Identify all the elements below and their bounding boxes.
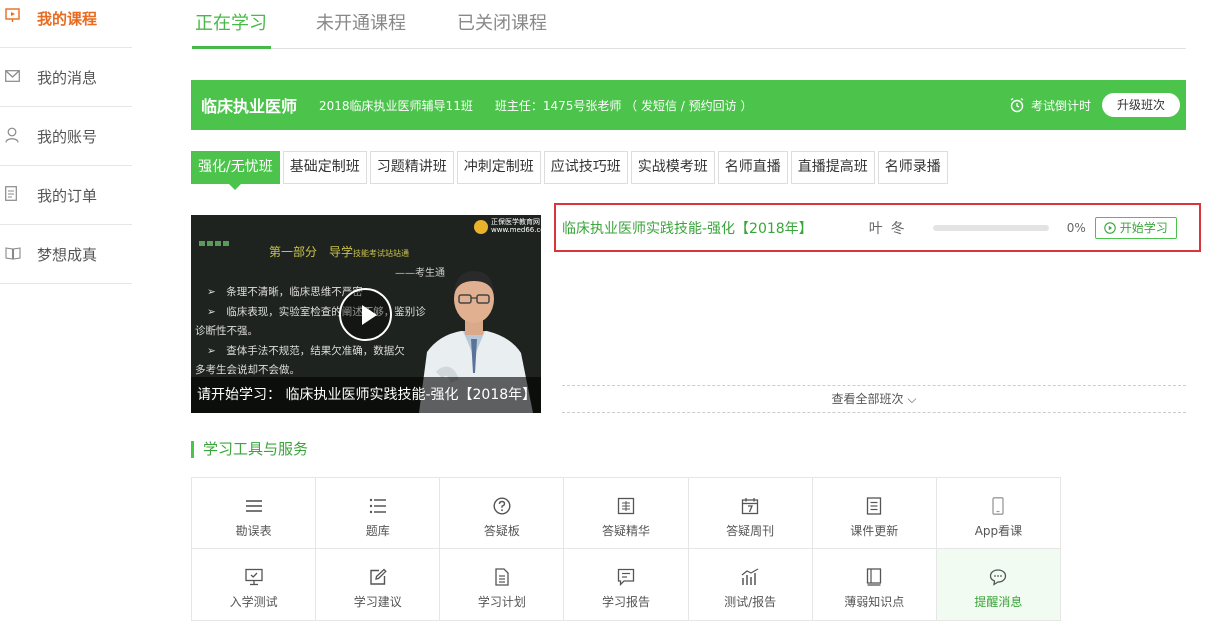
view-all-classes-link[interactable]: 查看全部班次 ⌵ <box>562 385 1186 413</box>
progress-percent: 0% <box>1066 220 1086 235</box>
upgrade-class-button[interactable]: 升级班次 <box>1101 93 1180 117</box>
tools-grid: 勘误表 题库 答疑板 答疑精华 答疑周刊 课件更新 App看课 入学测试 学习建… <box>191 477 1061 621</box>
calendar-7-icon <box>741 498 759 515</box>
bullet-list-icon <box>369 498 386 514</box>
file-icon <box>495 568 509 586</box>
course-row: 临床执业医师实践技能-强化【2018年】 叶冬 0% 开始学习 <box>554 203 1201 252</box>
monitor-icon <box>244 568 263 586</box>
tab-closed[interactable]: 已关闭课程 <box>457 9 547 35</box>
play-circle-icon <box>1103 221 1116 234</box>
tool-qa-board[interactable]: 答疑板 <box>440 478 565 549</box>
class-banner: 临床执业医师 2018临床执业医师辅导11班 班主任：1475号张老师 （ 发短… <box>191 80 1186 130</box>
slide-heading: 第一部分 导学技能考试站站通 <box>269 245 410 259</box>
sidebar-item-label: 我的课程 <box>37 10 98 28</box>
sidebar-item-my-courses[interactable]: 我的课程 <box>0 0 132 48</box>
class-tab-mock-exam[interactable]: 实战模考班 <box>630 151 715 184</box>
tool-app-watch[interactable]: App看课 <box>936 478 1061 549</box>
user-icon <box>0 127 37 146</box>
sidebar-item-label: 我的消息 <box>37 68 98 87</box>
question-circle-icon <box>493 497 511 515</box>
sidebar-item-label: 我的账号 <box>37 127 98 146</box>
edit-icon <box>370 568 387 585</box>
banner-teacher[interactable]: 班主任：1475号张老师 （ 发短信 / 预约回访 ） <box>495 97 753 114</box>
tool-weak-points[interactable]: 薄弱知识点 <box>812 549 937 621</box>
tool-reminder-messages[interactable]: 提醒消息 <box>936 549 1061 621</box>
exam-countdown[interactable]: 考试倒计时 <box>1009 97 1091 114</box>
document-lines-icon <box>867 497 882 515</box>
slide-text: ➢ 条理不清晰，临床思维不严密 ➢ 临床表现，实验室检查的阐述不够，鉴别诊 诊断… <box>195 286 426 376</box>
class-tab-recorded[interactable]: 名师录播 <box>877 151 948 184</box>
video-player[interactable]: 第一部分 导学技能考试站站通 ——考生通 正保医学教育网www.med66.co… <box>191 215 541 413</box>
med66-logo: 正保医学教育网www.med66.com <box>474 218 541 234</box>
start-learning-label: 开始学习 <box>1119 221 1168 235</box>
sidebar-item-my-orders[interactable]: 我的订单 <box>0 166 132 225</box>
tool-question-bank[interactable]: 题库 <box>316 478 441 549</box>
course-status-tabs: 正在学习 未开通课程 已关闭课程 <box>192 0 1186 49</box>
tools-section-title: 学习工具与服务 <box>191 441 308 458</box>
essence-icon <box>617 497 635 515</box>
course-teacher: 叶冬 <box>868 220 913 237</box>
envelope-icon <box>0 69 37 85</box>
class-tab-exam-skills[interactable]: 应试技巧班 <box>543 151 628 184</box>
tab-not-opened[interactable]: 未开通课程 <box>316 9 406 35</box>
class-type-tabs: 强化/无忧班 基础定制班 习题精讲班 冲刺定制班 应试技巧班 实战模考班 名师直… <box>191 151 951 190</box>
banner-class-name: 2018临床执业医师辅导11班 <box>319 98 473 113</box>
tool-qa-weekly[interactable]: 答疑周刊 <box>688 478 813 549</box>
notebook-icon <box>867 568 882 586</box>
banner-actions: 考试倒计时 升级班次 <box>1009 93 1180 117</box>
open-book-icon <box>0 246 37 263</box>
tool-study-plan[interactable]: 学习计划 <box>440 549 565 621</box>
active-tab-underline <box>192 46 271 49</box>
menu-lines-icon <box>245 500 262 512</box>
chat-bubble-icon <box>990 569 1007 586</box>
course-title-link[interactable]: 临床执业医师实践技能-强化【2018年】 <box>562 218 813 238</box>
tool-entrance-test[interactable]: 入学测试 <box>192 549 317 621</box>
sidebar: 我的课程 我的消息 我的账号 我的订单 梦想成真 <box>0 0 132 284</box>
countdown-label: 考试倒计时 <box>1030 98 1091 113</box>
class-tab-sprint[interactable]: 冲刺定制班 <box>456 151 541 184</box>
report-icon <box>617 568 635 586</box>
tool-test-report[interactable]: 测试/报告 <box>688 549 813 621</box>
class-tab-live[interactable]: 名师直播 <box>717 151 788 184</box>
sidebar-item-my-messages[interactable]: 我的消息 <box>0 48 132 107</box>
sidebar-item-my-account[interactable]: 我的账号 <box>0 107 132 166</box>
tool-study-advice[interactable]: 学习建议 <box>316 549 441 621</box>
sidebar-item-label: 我的订单 <box>37 186 98 205</box>
progress-bar <box>932 224 1049 231</box>
sidebar-item-label: 梦想成真 <box>37 245 98 264</box>
tool-courseware-update[interactable]: 课件更新 <box>812 478 937 549</box>
tool-errata[interactable]: 勘误表 <box>192 478 317 549</box>
play-button[interactable] <box>339 288 392 341</box>
class-tab-live-advanced[interactable]: 直播提高班 <box>790 151 875 184</box>
order-list-icon <box>0 186 37 204</box>
banner-title: 临床执业医师 <box>201 97 298 116</box>
tab-learning[interactable]: 正在学习 <box>195 9 267 35</box>
class-tab-exercises[interactable]: 习题精讲班 <box>369 151 454 184</box>
tool-qa-essence[interactable]: 答疑精华 <box>564 478 689 549</box>
tool-study-report[interactable]: 学习报告 <box>564 549 689 621</box>
class-tab-basic[interactable]: 基础定制班 <box>282 151 367 184</box>
video-caption: 请开始学习： 临床执业医师实践技能-强化【2018年】 <box>191 377 541 413</box>
alarm-clock-icon <box>1010 97 1024 113</box>
class-tab-intensive[interactable]: 强化/无忧班 <box>191 151 280 190</box>
course-screen-icon <box>0 8 37 26</box>
bar-chart-icon <box>741 568 759 585</box>
phone-icon <box>992 497 1005 515</box>
slide-decoration <box>199 231 231 250</box>
sidebar-item-dream[interactable]: 梦想成真 <box>0 225 132 284</box>
start-learning-button[interactable]: 开始学习 <box>1094 216 1177 239</box>
